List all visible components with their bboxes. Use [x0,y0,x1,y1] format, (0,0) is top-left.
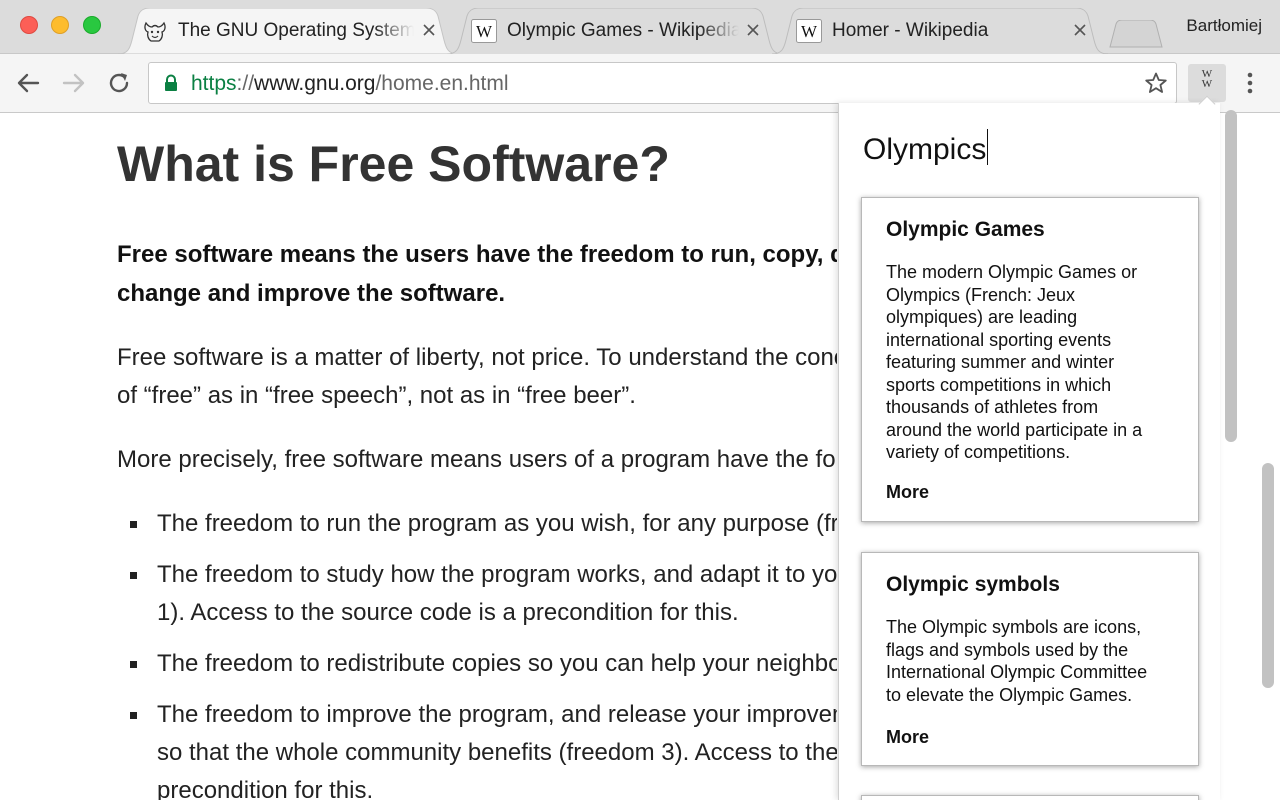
forward-arrow-icon[interactable] [58,68,88,98]
result-title[interactable]: Olympic symbols [886,573,1060,597]
tab-title: The GNU Operating System [178,20,414,42]
url-host: www.gnu.org [254,72,376,95]
summary-line: around the world participate in a [886,419,1143,440]
paragraph-1-line-1: Free software is a matter of liberty, no… [117,344,837,371]
tab-olympic-games[interactable]: W Olympic Games - Wikipedia [447,8,783,54]
fullscreen-window-button[interactable] [83,16,101,34]
bookmark-star-icon[interactable] [1144,71,1168,95]
new-tab-button[interactable] [1108,20,1164,48]
result-card[interactable]: Olympic Games The modern Olympic Games o… [861,197,1199,522]
bullet-marker [130,712,137,719]
result-title[interactable]: Olympic Games [886,218,1045,242]
bullet-marker [130,521,137,528]
tab-strip: The GNU Operating System W Olympic Games… [0,0,1280,54]
bullet-marker [130,572,137,579]
svg-text:W: W [801,22,818,41]
result-card-partial[interactable] [861,795,1199,800]
tab-title-fade [374,20,414,42]
paragraph-1-line-2: of “free” as in “free speech”, not as in… [117,382,636,409]
close-window-button[interactable] [20,16,38,34]
more-link[interactable]: More [886,727,929,748]
bullet-4-line-1: The freedom to improve the program, and … [157,701,837,728]
bullet-2-line-2: 1). Access to the source code is a preco… [157,599,739,626]
bullet-2-line-1: The freedom to study how the program wor… [157,561,837,588]
intro-line-2: change and improve the software. [117,280,506,307]
url-path: /home.en.html [375,72,509,95]
tab-title-text: Homer - Wikipedia [832,20,989,41]
bullet-4-line-3: precondition for this. [157,777,374,800]
profile-name[interactable]: Bartłomiej [1186,16,1262,36]
gnu-icon [144,21,166,42]
result-summary: The modern Olympic Games or Olympics (Fr… [886,261,1182,464]
bullet-3-line-1: The freedom to redistribute copies so yo… [157,650,837,677]
summary-line: Olympics (French: Jeux [886,284,1076,305]
paragraph-2-line-1: More precisely, free software means user… [117,446,837,473]
summary-line: international sporting events [886,329,1112,350]
close-tab-icon[interactable] [1071,21,1089,39]
summary-line: International Olympic Committee [886,662,1148,682]
summary-line: The Olympic symbols are icons, [886,617,1142,637]
url-text: https://www.gnu.org/home.en.html [191,72,509,96]
bullet-4-line-2: so that the whole community benefits (fr… [157,739,837,766]
wikipedia-search-popup: Olympics Olympic Games The modern Olympi… [838,103,1220,800]
summary-line: thousands of athletes from [886,397,1099,417]
summary-line: to elevate the Olympic Games. [886,684,1133,705]
tab-gnu[interactable]: The GNU Operating System [118,8,458,54]
search-input[interactable]: Olympics [863,129,989,169]
text-caret [987,129,989,165]
wikipedia-extension-icon: WW [1201,68,1213,90]
result-summary: The Olympic symbols are icons, flags and… [886,616,1182,706]
close-tab-icon[interactable] [744,21,762,39]
popup-scrollbar-thumb[interactable] [1225,110,1237,442]
more-link[interactable]: More [886,482,929,503]
tab-title-fade [699,20,739,42]
summary-line: variety of competitions. [886,442,1071,462]
tab-title: Homer - Wikipedia [832,20,1064,42]
intro-line-1: Free software means the users have the f… [117,241,837,268]
menu-dots-icon[interactable] [1240,68,1260,98]
address-bar[interactable]: https://www.gnu.org/home.en.html [148,62,1177,104]
page-scrollbar[interactable] [1262,463,1274,688]
bullet-1-line-1: The freedom to run the program as you wi… [157,510,837,537]
reload-icon[interactable] [104,68,134,98]
summary-line: The modern Olympic Games or [886,262,1138,282]
tab-homer[interactable]: W Homer - Wikipedia [772,8,1108,54]
wikipedia-icon: W [796,19,822,43]
search-query: Olympics [863,133,987,166]
wikipedia-icon: W [471,19,497,43]
minimize-window-button[interactable] [51,16,69,34]
url-scheme: https [191,72,237,95]
lock-icon[interactable] [163,74,179,92]
page-title: What is Free Software? [117,136,670,192]
summary-line: sports competitions in which [886,374,1112,395]
summary-line: olympiques) are leading [886,307,1078,327]
svg-text:W: W [476,22,493,41]
bullet-marker [130,661,137,668]
result-card[interactable]: Olympic symbols The Olympic symbols are … [861,552,1199,766]
summary-line: flags and symbols used by the [886,639,1129,660]
back-arrow-icon[interactable] [14,68,44,98]
tab-title: Olympic Games - Wikipedia [507,20,739,42]
close-tab-icon[interactable] [420,21,438,39]
url-separator: :// [236,72,255,95]
summary-line: featuring summer and winter [886,352,1115,372]
